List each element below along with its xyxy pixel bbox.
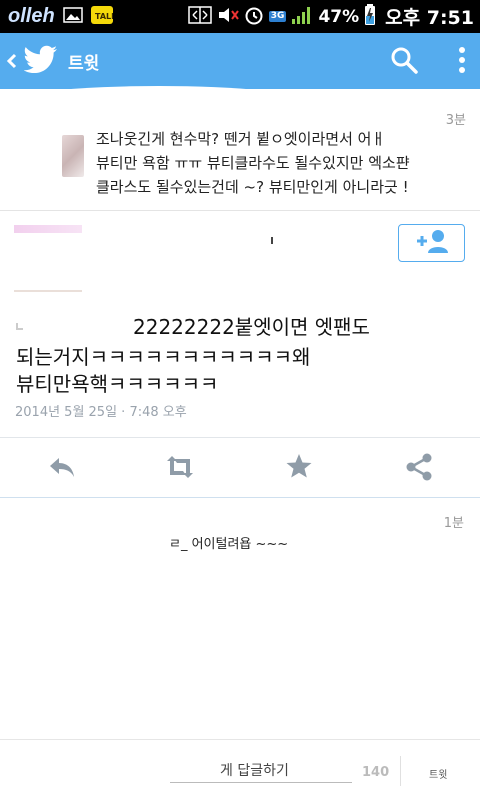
favorite-icon[interactable] [285, 452, 313, 484]
tweet-actions [0, 450, 480, 486]
svg-text:TALK: TALK [95, 12, 113, 21]
back-button[interactable] [6, 47, 18, 75]
reply-icon[interactable] [47, 452, 77, 486]
retweet-icon[interactable] [162, 452, 198, 486]
clock: 오후 7:51 [385, 7, 474, 29]
tweet-text-line: 22222222붙엣이면 엣팬도 [133, 315, 370, 339]
tweet-button[interactable]: 트윗 [429, 766, 447, 781]
divider [400, 756, 401, 786]
tweet-text-line: 되는거지ㅋㅋㅋㅋㅋㅋㅋㅋㅋㅋㅋ왜 [16, 345, 311, 369]
reply-to-age: 3분 [445, 113, 466, 128]
network-type: 3G [268, 11, 287, 22]
app-bar: 트윗 [0, 33, 480, 89]
character-count: 140 [362, 765, 390, 780]
reply-line: 조나웃긴게 현수막? 뗀거 뷭ㅇ엣이라면서 어ㅐ [96, 130, 386, 148]
author-name-fragment [271, 237, 273, 244]
input-underline [170, 782, 352, 783]
search-icon[interactable] [390, 46, 418, 78]
divider [0, 210, 480, 211]
share-icon[interactable] [405, 452, 435, 486]
twitter-bird-logo[interactable] [23, 45, 58, 77]
alarm-clock-icon [244, 5, 264, 29]
reply-input[interactable]: 게 답글하기 [220, 760, 289, 780]
in-reply-to-text: 조나웃긴게 현수막? 뗀거 뷭ㅇ엣이라면서 어ㅐ 뷰티만 욕함 ㅠㅠ 뷰티클라수… [96, 127, 456, 199]
divider [14, 290, 82, 292]
divider [0, 497, 480, 498]
reply-text: ㄹ_ 어이털려욥 ~~~ [169, 537, 289, 552]
avatar[interactable] [62, 135, 84, 177]
battery-charging-icon [364, 3, 376, 30]
nfc-icon [188, 5, 212, 28]
page-title: 트윗 [68, 53, 100, 74]
tweet-text-line: 뷰티만욕핵ㅋㅋㅋㅋㅋㅋ [16, 372, 219, 396]
reply-age: 1분 [443, 516, 464, 531]
tweet-timestamp: 2014년 5월 25일 · 7:48 오후 [15, 405, 187, 420]
reply-line: 뷰티만 욕함 ㅠㅠ 뷰티클라수도 될수있지만 엑소퍈 [96, 154, 410, 172]
gallery-notification-icon [62, 6, 83, 27]
signal-strength-icon [291, 6, 313, 28]
kakaotalk-notification-icon: TALK [90, 5, 118, 28]
follow-button[interactable] [398, 224, 465, 262]
status-bar: olleh TALK 3G 47% 오후 7:51 [0, 0, 480, 33]
reply-composer: 게 답글하기 140 트윗 [0, 739, 480, 801]
battery-percent: 47% [318, 6, 360, 27]
divider [0, 437, 480, 438]
redacted-area [14, 86, 304, 116]
reply-line: 클라스도 될수있는건데 ~? 뷰티만인게 아니라긋 ! [96, 178, 409, 196]
volume-muted-icon [217, 6, 239, 28]
carrier-name: olleh [8, 5, 55, 27]
author-avatar-fragment [14, 225, 82, 233]
faint-mark [16, 323, 23, 330]
add-user-icon [414, 228, 450, 258]
overflow-menu-icon[interactable] [458, 45, 466, 79]
